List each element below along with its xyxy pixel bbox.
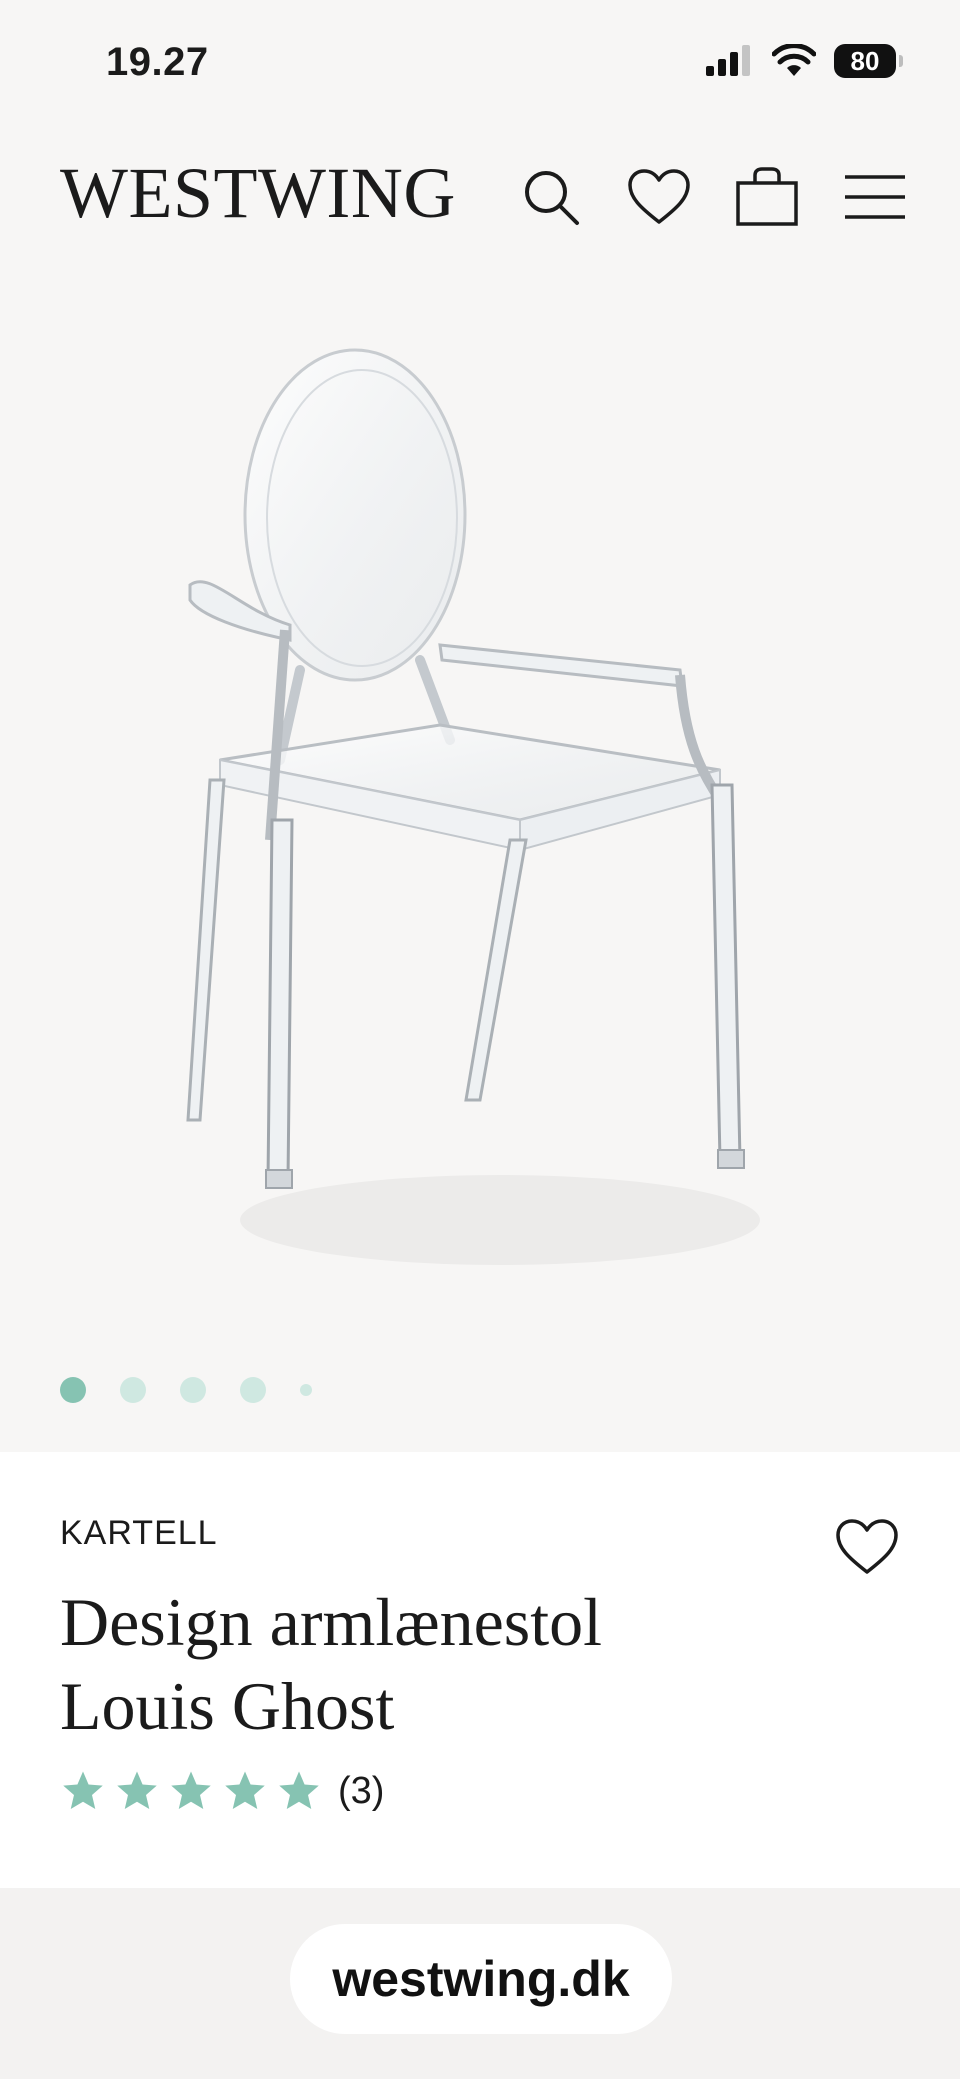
gallery-pagination	[60, 1377, 312, 1403]
star-icon	[225, 1771, 265, 1810]
product-brand[interactable]: KARTELL	[60, 1514, 218, 1553]
shopping-bag-icon[interactable]	[732, 162, 802, 232]
wifi-icon	[772, 44, 816, 76]
pagination-dot[interactable]	[180, 1377, 206, 1403]
battery-icon: 80	[834, 44, 903, 78]
pagination-dot[interactable]	[120, 1377, 146, 1403]
star-icon	[117, 1771, 157, 1810]
browser-bottom-bar: westwing.dk	[0, 1888, 960, 2079]
status-time: 19.27	[106, 40, 209, 84]
search-icon[interactable]	[516, 162, 586, 232]
heart-icon[interactable]	[624, 162, 694, 232]
status-icons: 80	[704, 44, 903, 78]
product-title-line1: Design armlænestol	[60, 1584, 603, 1660]
product-title: Design armlænestol Louis Ghost	[60, 1580, 820, 1748]
pagination-dot[interactable]	[240, 1377, 266, 1403]
site-header: WESTWING	[0, 140, 960, 250]
battery-level: 80	[850, 45, 880, 76]
star-icon	[279, 1771, 319, 1810]
product-rating[interactable]: (3)	[60, 1768, 384, 1814]
rating-count: (3)	[338, 1769, 385, 1812]
wishlist-heart-icon[interactable]	[832, 1512, 902, 1582]
status-bar: 19.27 80	[0, 0, 960, 130]
westwing-logo[interactable]: WESTWING	[60, 152, 456, 235]
product-info: KARTELL Design armlænestol Louis Ghost (…	[0, 1452, 960, 1888]
pagination-dot-active[interactable]	[60, 1377, 86, 1403]
pagination-dot[interactable]	[300, 1384, 312, 1396]
star-icon	[171, 1771, 211, 1810]
product-image-gallery[interactable]	[0, 250, 960, 1450]
cellular-signal-icon	[706, 45, 750, 76]
address-bar-url: westwing.dk	[332, 1951, 630, 2007]
star-icon	[63, 1771, 103, 1810]
transparent-chair-icon	[186, 348, 760, 1265]
product-title-line2: Louis Ghost	[60, 1668, 395, 1744]
menu-icon[interactable]	[840, 162, 910, 232]
address-bar[interactable]: westwing.dk	[290, 1924, 672, 2034]
